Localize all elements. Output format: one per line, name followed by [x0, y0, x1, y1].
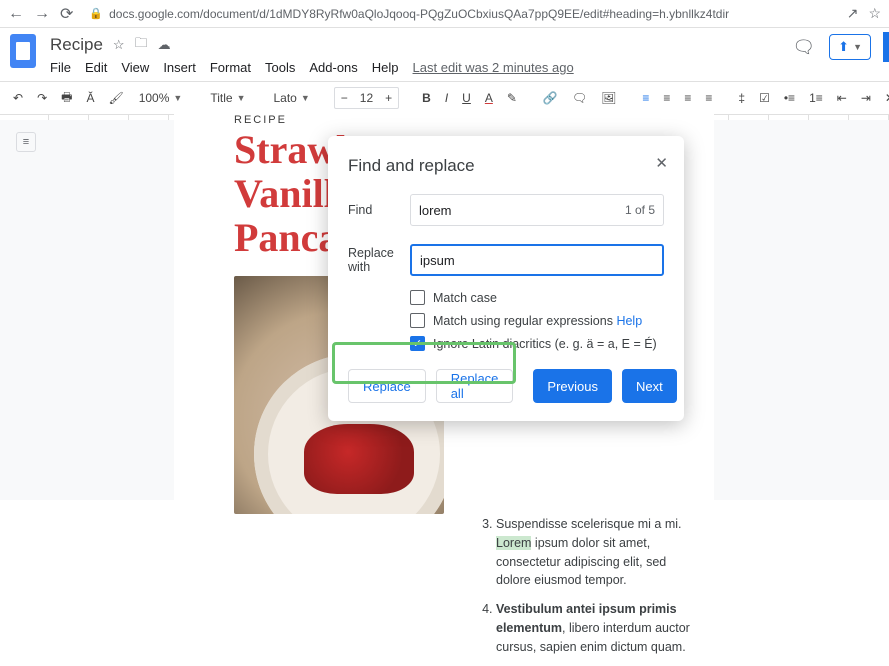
line-spacing-button[interactable]: ‡	[735, 89, 748, 107]
outline-toggle[interactable]: ≡	[16, 132, 36, 152]
chevron-down-icon: ▼	[853, 42, 862, 52]
checklist-button[interactable]: ☑	[756, 89, 773, 107]
paint-format-button[interactable]: 🖌	[105, 89, 126, 107]
replace-all-button[interactable]: Replace all	[436, 369, 514, 403]
share-icon[interactable]: ↗	[847, 5, 859, 22]
align-left-button[interactable]: ≡	[639, 89, 652, 107]
body-text: Suspendisse scelerisque mi a mi. Lorem i…	[478, 515, 698, 666]
bold-button[interactable]: B	[419, 89, 434, 107]
style-select[interactable]: Title▼	[206, 89, 249, 107]
forward-button[interactable]: →	[34, 5, 50, 23]
redo-button[interactable]: ↷	[34, 89, 50, 107]
spellcheck-button[interactable]: Ă	[83, 89, 97, 107]
find-replace-dialog: Find and replace ✕ Find lorem 1 of 5 Rep…	[328, 136, 684, 421]
move-icon[interactable]: 🗀	[135, 34, 148, 56]
menu-edit[interactable]: Edit	[85, 60, 107, 75]
dialog-title: Find and replace	[348, 156, 664, 176]
diacritics-label: Ignore Latin diacritics (e. g. ä = a, E …	[433, 337, 657, 351]
print-button[interactable]: 🖶	[58, 86, 75, 111]
menu-addons[interactable]: Add-ons	[309, 60, 357, 75]
menu-tools[interactable]: Tools	[265, 60, 295, 75]
present-button[interactable]: ⬆ ▼	[829, 34, 871, 60]
comment-button[interactable]: 🗨	[569, 89, 590, 107]
replace-input[interactable]: ipsum	[410, 244, 664, 276]
zoom-select[interactable]: 100%▼	[135, 89, 187, 107]
list-item: Vestibulum antei ipsum primis elementum,…	[496, 600, 698, 656]
regex-checkbox[interactable]	[410, 313, 425, 328]
highlight-button[interactable]: ✎	[504, 89, 520, 107]
replace-button[interactable]: Replace	[348, 369, 426, 403]
match-case-label: Match case	[433, 291, 497, 305]
close-icon[interactable]: ✕	[655, 154, 668, 172]
align-center-button[interactable]: ≡	[660, 89, 673, 107]
text-color-button[interactable]: A	[482, 89, 496, 107]
menu-insert[interactable]: Insert	[163, 60, 196, 75]
menu-view[interactable]: View	[121, 60, 149, 75]
bookmark-icon[interactable]: ☆	[868, 5, 881, 22]
list-item: Suspendisse scelerisque mi a mi. Lorem i…	[496, 515, 698, 590]
menu-help[interactable]: Help	[372, 60, 399, 75]
font-select[interactable]: Lato▼	[269, 89, 313, 107]
toolbar: ↶ ↷ 🖶 Ă 🖌 100%▼ Title▼ Lato▼ −12+ B I U …	[0, 81, 889, 115]
align-right-button[interactable]: ≡	[681, 89, 694, 107]
recipe-label: RECIPE	[234, 114, 714, 126]
menu-format[interactable]: Format	[210, 60, 251, 75]
menu-file[interactable]: File	[50, 60, 71, 75]
comments-icon[interactable]: 🗨	[792, 37, 815, 58]
diacritics-checkbox[interactable]: ✓	[410, 336, 425, 351]
find-highlight: Lorem	[496, 536, 531, 550]
previous-button[interactable]: Previous	[533, 369, 612, 403]
present-up-icon: ⬆	[838, 39, 849, 55]
clear-format-button[interactable]: ✕	[882, 89, 889, 107]
underline-button[interactable]: U	[459, 89, 474, 107]
bullet-list-button[interactable]: •≡	[781, 89, 798, 107]
number-list-button[interactable]: 1≡	[806, 89, 826, 107]
match-case-checkbox[interactable]	[410, 290, 425, 305]
undo-button[interactable]: ↶	[10, 89, 26, 107]
find-label: Find	[348, 203, 410, 217]
image-button[interactable]: 🖼	[598, 89, 619, 107]
align-justify-button[interactable]: ≡	[702, 89, 715, 107]
back-button[interactable]: ←	[8, 5, 24, 23]
next-button[interactable]: Next	[622, 369, 677, 403]
find-input[interactable]: lorem 1 of 5	[410, 194, 664, 226]
indent-inc-button[interactable]: ⇥	[858, 89, 874, 107]
help-link[interactable]: Help	[616, 314, 642, 328]
find-count: 1 of 5	[625, 203, 655, 217]
italic-button[interactable]: I	[442, 89, 451, 107]
reload-button[interactable]: ⟳	[60, 4, 73, 24]
last-edit[interactable]: Last edit was 2 minutes ago	[413, 60, 574, 75]
cloud-icon[interactable]: ☁	[158, 37, 171, 53]
lock-icon: 🔒	[89, 7, 103, 20]
font-size[interactable]: −12+	[334, 87, 399, 109]
replace-label: Replace with	[348, 246, 410, 274]
decorative-edge	[883, 32, 889, 62]
indent-dec-button[interactable]: ⇤	[834, 89, 850, 107]
url-text[interactable]: docs.google.com/document/d/1dMDY8RyRfw0a…	[109, 7, 837, 21]
star-icon[interactable]: ☆	[113, 37, 125, 53]
document-title[interactable]: Recipe	[50, 35, 103, 55]
link-button[interactable]: 🔗	[540, 89, 561, 107]
regex-label: Match using regular expressions Help	[433, 314, 642, 328]
docs-logo[interactable]	[10, 34, 36, 68]
